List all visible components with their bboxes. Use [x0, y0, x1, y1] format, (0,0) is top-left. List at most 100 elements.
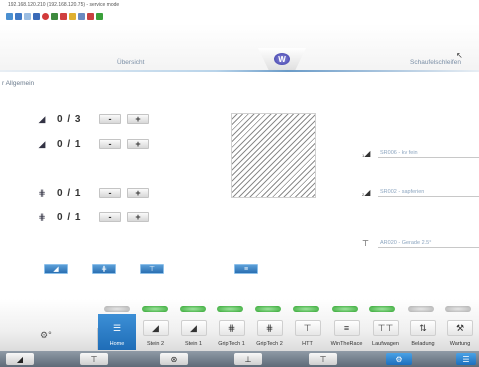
- settings-icon[interactable]: [87, 13, 94, 20]
- decrement-button[interactable]: -: [99, 139, 121, 149]
- stone-edge-icon: ◢: [53, 266, 59, 273]
- mode-label: HTT: [302, 341, 313, 347]
- status-led: [104, 306, 130, 312]
- stone-edge-icon: ◢: [142, 320, 169, 336]
- counter-row: ◢ 0 / 1 - +: [33, 138, 155, 150]
- section-title: r Allgemein: [2, 80, 35, 87]
- status-led: [293, 306, 319, 312]
- home-list-icon: ☰: [112, 322, 122, 333]
- status-led: [369, 306, 395, 312]
- increment-button[interactable]: +: [127, 114, 149, 124]
- taskbar-settings-button[interactable]: ⚙: [386, 353, 412, 365]
- mode-laufwagen[interactable]: ⊤⊤ Laufwagen: [367, 314, 404, 350]
- save-icon[interactable]: [33, 13, 40, 20]
- refresh-icon[interactable]: [6, 13, 13, 20]
- logo: W: [258, 48, 306, 70]
- structure-selector[interactable]: 2 ◢ SR002 - sapferien: [362, 187, 479, 197]
- mode-label: Stein 1: [184, 341, 203, 347]
- mouse-cursor-icon: ↖: [456, 51, 463, 60]
- edge-tool-icon: ⊤: [294, 320, 321, 336]
- status-led: [217, 306, 243, 312]
- loading-icon: ⇅: [410, 320, 436, 336]
- increment-button[interactable]: +: [127, 139, 149, 149]
- stone-edge-icon: ◢: [16, 354, 24, 364]
- griptech-icon: ⋕: [101, 266, 107, 273]
- edge-tool-icon: ⊤: [148, 266, 156, 273]
- tab-blade-grinding[interactable]: Schaufelschleifen: [410, 59, 461, 66]
- taskbar-carriage-button[interactable]: ⊤: [80, 353, 108, 365]
- taskbar-menu-button[interactable]: ☰: [456, 353, 476, 365]
- mode-stein-1[interactable]: ◢ Stein 1: [175, 314, 212, 350]
- mode-wartung[interactable]: ⚒ Wartung: [442, 314, 478, 350]
- race-icon: ≡: [333, 320, 360, 336]
- mode-label: Stein 2: [146, 341, 165, 347]
- window-title: 192.168.120.210 (192.168.120.75) - servi…: [0, 0, 479, 11]
- race-icon: ≡: [243, 265, 249, 273]
- tab-overview[interactable]: Übersicht: [117, 59, 144, 66]
- taskbar-stone-button[interactable]: ◢: [6, 353, 34, 365]
- stone-edge-icon: ◢: [180, 320, 207, 336]
- quick-race-button[interactable]: ≡: [234, 264, 258, 274]
- home-icon[interactable]: [15, 13, 22, 20]
- taskbar-sensor-button[interactable]: ⊛: [160, 353, 188, 365]
- increment-button[interactable]: +: [127, 188, 149, 198]
- selector-index: 2: [362, 192, 365, 197]
- mode-label: Beladung: [411, 341, 435, 347]
- decrement-button[interactable]: -: [99, 212, 121, 222]
- status-led: [142, 306, 168, 312]
- griptech-icon: ⋕: [38, 211, 46, 222]
- mode-beladung[interactable]: ⇅ Beladung: [405, 314, 441, 350]
- axis-icon: ⊥: [244, 354, 252, 364]
- doc-icon[interactable]: [24, 13, 31, 20]
- header: W Übersicht Schaufelschleifen ↖: [0, 24, 479, 72]
- griptech-icon: ⋕: [38, 187, 46, 198]
- decrement-button[interactable]: -: [99, 188, 121, 198]
- taskbar-axis-button[interactable]: ⊥: [234, 353, 262, 365]
- carriage-icon: ⊤: [90, 354, 98, 364]
- counter-row: ◢ 0 / 3 - +: [33, 113, 155, 125]
- folder-icon[interactable]: [69, 13, 76, 20]
- status-led: [408, 306, 434, 312]
- selector-value[interactable]: SR002 - sapferien: [378, 188, 479, 197]
- gear-icon: ⚙: [395, 354, 403, 364]
- quick-edge-button[interactable]: ⊤: [140, 264, 164, 274]
- quick-stone-button[interactable]: ◢: [44, 264, 68, 274]
- stone-edge-icon: ◢: [38, 113, 46, 124]
- selector-value[interactable]: SR006 - kv fein: [378, 149, 479, 158]
- stop-icon[interactable]: [42, 13, 49, 20]
- stone-edge-icon: 1 ◢: [362, 149, 371, 158]
- mode-home[interactable]: ☰ Home: [98, 314, 136, 350]
- selector-value[interactable]: AR020 - Gerade 2.5°: [378, 239, 479, 248]
- quick-griptech-button[interactable]: ⋕: [92, 264, 116, 274]
- mode-label: WinTheRace: [330, 341, 363, 347]
- chart-icon[interactable]: [51, 13, 58, 20]
- flag-icon[interactable]: [60, 13, 67, 20]
- mode-stein-2[interactable]: ◢ Stein 2: [137, 314, 174, 350]
- mode-wintherace[interactable]: ≡ WinTheRace: [327, 314, 366, 350]
- mode-label: GripTech 1: [218, 341, 245, 347]
- counter-value: 0 / 1: [57, 138, 82, 150]
- structure-selector[interactable]: ⊤ AR020 - Gerade 2.5°: [362, 238, 479, 248]
- structure-selector[interactable]: 1 ◢ SR006 - kv fein: [362, 148, 479, 158]
- counter-value: 0 / 1: [57, 187, 82, 199]
- taskbar-info-button[interactable]: ⊤: [309, 353, 337, 365]
- info-icon: ⊤: [319, 354, 327, 364]
- increment-button[interactable]: +: [127, 212, 149, 222]
- counter-value: 0 / 1: [57, 211, 82, 223]
- toolbar: [0, 11, 479, 22]
- decrement-button[interactable]: -: [99, 114, 121, 124]
- grid-icon[interactable]: [96, 13, 103, 20]
- counter-row: ⋕ 0 / 1 - +: [33, 211, 155, 223]
- griptech-icon: ⋕: [256, 320, 283, 336]
- carriage-icon: ⊤⊤: [372, 320, 399, 336]
- mode-label: Wartung: [449, 341, 471, 347]
- status-led: [180, 306, 206, 312]
- mode-htt[interactable]: ⊤ HTT: [289, 314, 326, 350]
- settings-gears-icon[interactable]: ⚙°: [40, 330, 52, 341]
- stone-edge-icon: 2 ◢: [362, 188, 371, 197]
- mode-griptech-1[interactable]: ⋕ GripTech 1: [213, 314, 250, 350]
- tools-icon[interactable]: [78, 13, 85, 20]
- status-led: [332, 306, 358, 312]
- mode-label: Laufwagen: [372, 341, 399, 347]
- mode-griptech-2[interactable]: ⋕ GripTech 2: [251, 314, 288, 350]
